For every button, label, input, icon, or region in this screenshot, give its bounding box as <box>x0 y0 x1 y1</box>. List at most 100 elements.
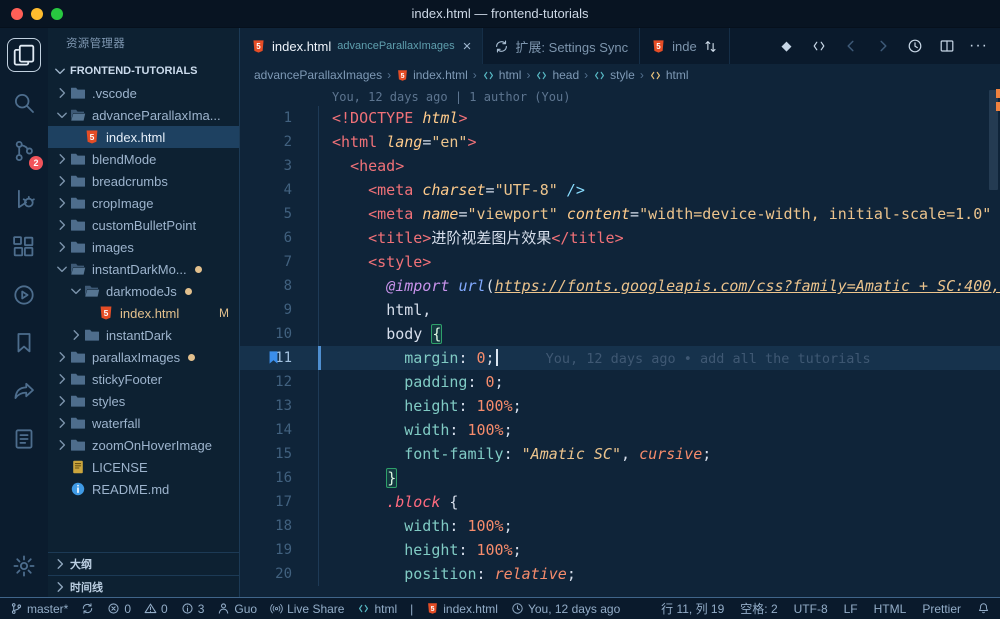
status-live-share[interactable]: Live Share <box>270 602 344 616</box>
status-encoding[interactable]: UTF-8 <box>794 602 828 616</box>
code-line-content[interactable]: font-family: "Amatic SC", cursive; <box>318 442 1000 466</box>
code-line-content[interactable]: <!DOCTYPE html> <box>318 106 1000 130</box>
line-number[interactable]: 17 <box>240 490 318 514</box>
activity-run-debug[interactable] <box>7 182 41 216</box>
line-number[interactable]: 7 <box>240 250 318 274</box>
line-number[interactable]: 15 <box>240 442 318 466</box>
line-number[interactable]: 3 <box>240 154 318 178</box>
more-actions-icon[interactable]: ··· <box>970 38 987 55</box>
tree-item-advanceparallaxima[interactable]: advanceParallaxIma... <box>48 104 239 126</box>
status-problems-errors[interactable]: 0 <box>107 602 131 616</box>
activity-bookmarks[interactable] <box>7 326 41 360</box>
status-problems-info[interactable]: 3 <box>181 602 205 616</box>
nav-back-icon[interactable] <box>842 38 859 55</box>
status-formatter[interactable]: Prettier <box>922 602 961 616</box>
tree-item-vscode[interactable]: .vscode <box>48 82 239 104</box>
panel-大纲[interactable]: 大纲 <box>48 553 239 575</box>
tree-item-images[interactable]: images <box>48 236 239 258</box>
code-line-content[interactable]: position: relative; <box>318 562 1000 586</box>
code-line-content[interactable]: html, <box>318 298 1000 322</box>
code-line-content[interactable]: height: 100%; <box>318 394 1000 418</box>
code-line-content[interactable]: width: 100%; <box>318 418 1000 442</box>
breadcrumb-item-html[interactable]: html <box>649 68 689 82</box>
tree-item-styles[interactable]: styles <box>48 390 239 412</box>
code-line-content[interactable]: height: 100%; <box>318 538 1000 562</box>
line-number[interactable]: 11 <box>240 346 318 370</box>
activity-notebook[interactable] <box>7 422 41 456</box>
breadcrumb-item-index-html[interactable]: 5index.html <box>396 68 468 82</box>
line-number[interactable]: 8 <box>240 274 318 298</box>
code-line-content[interactable]: <meta charset="UTF-8" /> <box>318 178 1000 202</box>
line-number[interactable]: 18 <box>240 514 318 538</box>
tree-item-parallaximages[interactable]: parallaxImages <box>48 346 239 368</box>
code-line-content[interactable]: padding: 0; <box>318 370 1000 394</box>
line-number[interactable]: 13 <box>240 394 318 418</box>
status-notifications[interactable] <box>977 602 990 615</box>
tab-扩展-settings-sync[interactable]: 扩展: Settings Sync <box>483 28 640 64</box>
tree-item-license[interactable]: LICENSE <box>48 456 239 478</box>
tree-item-breadcrumbs[interactable]: breadcrumbs <box>48 170 239 192</box>
activity-explorer[interactable] <box>7 38 41 72</box>
tab-inde[interactable]: 5inde <box>640 28 730 64</box>
gitlens-authors-lens[interactable]: You, 12 days ago | 1 author (You) <box>240 86 1000 106</box>
status-context-html[interactable]: html <box>357 602 397 616</box>
line-number[interactable]: 12 <box>240 370 318 394</box>
panel-时间线[interactable]: 时间线 <box>48 575 239 597</box>
code-line-content[interactable]: <title>进阶视差图片效果</title> <box>318 226 1000 250</box>
tree-item-instantdarkmo[interactable]: instantDarkMo... <box>48 258 239 280</box>
close-window-button[interactable] <box>11 8 23 20</box>
code-brackets-icon[interactable] <box>810 38 827 55</box>
tree-item-index-html[interactable]: 5index.htmlM <box>48 302 239 324</box>
line-number[interactable]: 2 <box>240 130 318 154</box>
activity-extensions[interactable] <box>7 230 41 264</box>
breadcrumb-item-html[interactable]: html <box>482 68 522 82</box>
tree-item-custombulletpoint[interactable]: customBulletPoint <box>48 214 239 236</box>
code-line-content[interactable]: } <box>318 466 1000 490</box>
activity-live-share[interactable] <box>7 374 41 408</box>
tree-item-index-html[interactable]: 5index.html <box>48 126 239 148</box>
code-line-content[interactable]: .block { <box>318 490 1000 514</box>
split-editor-icon[interactable] <box>938 38 955 55</box>
activity-settings[interactable] <box>7 549 41 583</box>
maximize-window-button[interactable] <box>51 8 63 20</box>
status-sync-status[interactable] <box>81 602 94 615</box>
line-number[interactable]: 6 <box>240 226 318 250</box>
status-gitlens-blame[interactable]: You, 12 days ago <box>511 602 620 616</box>
timeline-clock-icon[interactable] <box>906 38 923 55</box>
status-active-file[interactable]: 5index.html <box>426 602 498 616</box>
code-line-content[interactable]: width: 100%; <box>318 514 1000 538</box>
tree-item-readme-md[interactable]: README.md <box>48 478 239 500</box>
tree-item-instantdark[interactable]: instantDark <box>48 324 239 346</box>
status-user-account[interactable]: Guo <box>217 602 257 616</box>
status-language-mode[interactable]: HTML <box>874 602 907 616</box>
tree-item-zoomonhoverimage[interactable]: zoomOnHoverImage <box>48 434 239 456</box>
breadcrumb-item-style[interactable]: style <box>593 68 635 82</box>
code-line-content[interactable]: margin: 0;You, 12 days ago • add all the… <box>318 346 1000 370</box>
code-line-content[interactable]: <style> <box>318 250 1000 274</box>
line-number[interactable]: 4 <box>240 178 318 202</box>
line-number[interactable]: 9 <box>240 298 318 322</box>
breadcrumb-item-head[interactable]: head <box>535 68 579 82</box>
activity-search[interactable] <box>7 86 41 120</box>
line-number[interactable]: 19 <box>240 538 318 562</box>
line-number[interactable]: 10 <box>240 322 318 346</box>
code-line-content[interactable]: body { <box>318 322 1000 346</box>
line-number[interactable]: 16 <box>240 466 318 490</box>
line-number[interactable]: 1 <box>240 106 318 130</box>
status-problems-warnings[interactable]: 0 <box>144 602 168 616</box>
line-number[interactable]: 5 <box>240 202 318 226</box>
minimize-window-button[interactable] <box>31 8 43 20</box>
line-number[interactable]: 20 <box>240 562 318 586</box>
code-line-content[interactable]: @import url(https://fonts.googleapis.com… <box>318 274 1000 298</box>
close-tab-icon[interactable]: × <box>461 38 472 55</box>
activity-run-circle[interactable] <box>7 278 41 312</box>
tree-item-blendmode[interactable]: blendMode <box>48 148 239 170</box>
code-editor[interactable]: You, 12 days ago | 1 author (You) 1<!DOC… <box>240 86 1000 597</box>
line-number[interactable]: 14 <box>240 418 318 442</box>
code-line-content[interactable]: <html lang="en"> <box>318 130 1000 154</box>
status-eol[interactable]: LF <box>844 602 858 616</box>
tab-index-html[interactable]: 5index.htmladvanceParallaxImages× <box>240 28 483 64</box>
breadcrumb-item-advanceparallaximages[interactable]: advanceParallaxImages <box>254 68 382 82</box>
status-cursor-position[interactable]: 行 11, 列 19 <box>661 600 724 617</box>
tree-item-darkmodejs[interactable]: darkmodeJs <box>48 280 239 302</box>
